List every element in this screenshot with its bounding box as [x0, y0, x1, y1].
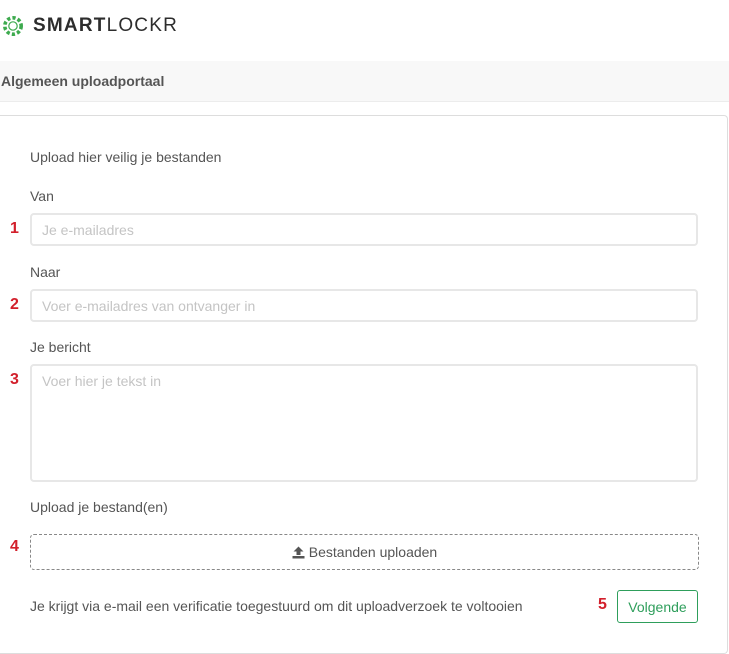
logo-wordmark-bold: SMART: [33, 15, 107, 36]
annotation-marker-3: 3: [10, 371, 19, 388]
page-header: Algemeen uploadportaal: [0, 61, 729, 102]
upload-files-button[interactable]: Bestanden uploaden: [30, 534, 699, 570]
smartlockr-logo: SMARTLOCKR: [2, 14, 178, 38]
to-label: Naar: [30, 264, 61, 280]
annotation-marker-1: 1: [10, 220, 19, 237]
upload-icon: [292, 546, 305, 558]
verification-note: Je krijgt via e-mail een verificatie toe…: [30, 598, 523, 614]
upload-files-button-label: Bestanden uploaden: [308, 544, 438, 560]
from-label: Van: [30, 188, 54, 204]
logo-wordmark-light: LOCKR: [106, 15, 179, 36]
from-email-input[interactable]: [30, 213, 698, 246]
annotation-marker-2: 2: [10, 296, 19, 313]
annotation-marker-5: 5: [598, 596, 607, 613]
annotation-marker-4: 4: [10, 538, 19, 555]
message-textarea[interactable]: [30, 364, 698, 482]
upload-label: Upload je bestand(en): [30, 499, 168, 515]
form-intro: Upload hier veilig je bestanden: [30, 149, 222, 165]
message-label: Je bericht: [30, 339, 91, 355]
recipient-email-input[interactable]: [30, 289, 698, 322]
logo-wordmark: SMARTLOCKR: [33, 14, 178, 38]
next-button[interactable]: Volgende: [617, 590, 698, 623]
page-title: Algemeen uploadportaal: [1, 73, 165, 89]
smartlockr-logo-icon: [3, 16, 23, 36]
